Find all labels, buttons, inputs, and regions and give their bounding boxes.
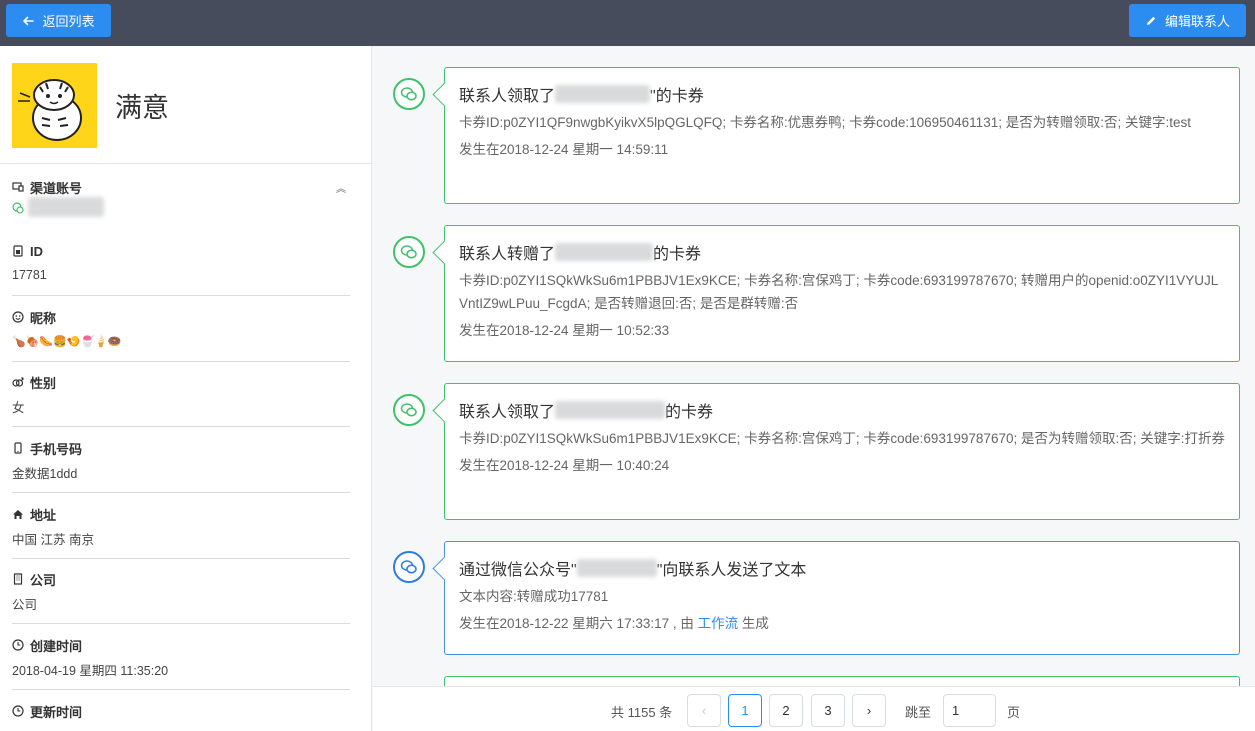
field-address-label: 地址	[30, 507, 57, 523]
redacted-channel-account	[28, 197, 104, 217]
event-title-suffix: 的卡券	[653, 246, 702, 263]
event-timestamp: 发生在2018-12-24 星期一 10:52:33	[459, 323, 670, 338]
event-title-prefix: 联系人领取了	[459, 404, 556, 421]
field-id: ID 17781	[12, 242, 350, 296]
event-description: 文本内容:转赠成功17781	[459, 589, 609, 604]
jump-to-label: 跳至	[905, 705, 932, 720]
top-bar: 返回列表 编辑联系人	[0, 0, 1255, 46]
field-address: 地址 中国 江苏 南京	[12, 505, 350, 559]
field-created-time: 创建时间 2018-04-19 星期四 11:35:20	[12, 636, 350, 690]
event-title-suffix: 的卡券	[665, 404, 714, 421]
back-to-list-label: 返回列表	[42, 14, 95, 29]
profile-header: 满意	[0, 46, 371, 164]
event-description: 卡券ID:p0ZYI1QF9nwgbKyikvX5lpQGLQFQ; 卡券名称:…	[459, 115, 1191, 130]
event-timestamp-prefix: 发生在2018-12-22 星期六 17:33:17 , 由	[459, 616, 698, 631]
event-description: 卡券ID:p0ZYI1SQkWkSu6m1PBBJV1Ex9KCE; 卡券名称:…	[459, 431, 1225, 446]
pagination: 共 1155 条 ‹ 1 2 3 › 跳至 1 页	[373, 686, 1255, 731]
tiger-sticker-image	[12, 63, 97, 148]
page-2-button[interactable]: 2	[769, 694, 803, 727]
event-timestamp: 发生在2018-12-24 星期一 10:40:24	[459, 458, 670, 473]
event-title-suffix: "向联系人发送了文本	[656, 562, 807, 579]
workflow-link[interactable]: 工作流	[698, 616, 739, 631]
redacted-coupon-name	[555, 85, 651, 103]
pencil-icon	[1146, 16, 1156, 25]
wechat-icon	[393, 551, 425, 583]
clock-icon	[12, 705, 24, 717]
page-3-button[interactable]: 3	[811, 694, 845, 727]
prev-page-button[interactable]: ‹	[687, 694, 721, 727]
event-title-prefix: 通过微信公众号"	[459, 562, 577, 579]
edit-contact-button[interactable]: 编辑联系人	[1129, 4, 1246, 37]
event-title-suffix: "的卡券	[650, 88, 704, 105]
field-gender: 性别 女	[12, 373, 350, 427]
redacted-account-name	[576, 559, 657, 577]
total-count: 共 1155 条	[611, 705, 673, 720]
next-page-button[interactable]: ›	[852, 694, 886, 727]
wechat-icon	[12, 202, 24, 214]
event-timestamp: 发生在2018-12-24 星期一 14:59:11	[459, 142, 669, 157]
wechat-icon	[393, 78, 425, 110]
event-description: 卡券ID:p0ZYI1SQkWkSu6m1PBBJV1Ex9KCE; 卡券名称:…	[459, 273, 1219, 311]
field-id-label: ID	[30, 243, 43, 259]
event-title-prefix: 联系人领取了	[459, 88, 556, 105]
wechat-icon	[393, 236, 425, 268]
timeline-event-card: 联系人领取了 "的卡券 卡券ID:p0ZYI1QF9nwgbKyikvX5lpQ…	[444, 67, 1240, 204]
timeline-event-card: 联系人领取了 的卡券 卡券ID:p0ZYI1SQkWkSu6m1PBBJV1Ex…	[444, 383, 1240, 520]
field-id-value: 17781	[12, 268, 47, 282]
back-to-list-button[interactable]: 返回列表	[6, 4, 111, 37]
field-nickname: 昵称 🍗🍖🌭🍔🍤🍧🍦🍩	[12, 308, 350, 362]
mobile-phone-icon	[14, 442, 22, 454]
redacted-coupon-name	[555, 401, 666, 419]
activity-timeline[interactable]: 联系人领取了 "的卡券 卡券ID:p0ZYI1QF9nwgbKyikvX5lpQ…	[373, 46, 1255, 686]
timeline-event-card	[444, 676, 1240, 686]
field-phone-value: 金数据1ddd	[12, 466, 78, 481]
clock-icon	[12, 639, 24, 651]
field-channel-label: 渠道账号	[30, 180, 83, 196]
devices-icon	[12, 182, 24, 192]
timeline-event-card: 联系人转赠了 的卡券 卡券ID:p0ZYI1SQkWkSu6m1PBBJV1Ex…	[444, 225, 1240, 362]
contact-detail-panel: 满意 渠道账号 ︽ ID 17781 昵称 🍗🍖🌭🍔🍤🍧🍦🍩 性别 女 手机号码…	[0, 46, 372, 731]
chevron-up-icon[interactable]: ︽	[336, 180, 346, 195]
field-gender-value: 女	[12, 400, 25, 415]
field-phone-label: 手机号码	[30, 441, 83, 457]
home-icon	[13, 510, 23, 519]
field-updated-label: 更新时间	[30, 704, 83, 720]
field-gender-label: 性别	[30, 375, 57, 391]
field-nickname-label: 昵称	[30, 310, 57, 326]
edit-contact-label: 编辑联系人	[1164, 14, 1230, 29]
field-phone: 手机号码 金数据1ddd	[12, 439, 350, 493]
field-company-value: 公司	[12, 597, 38, 612]
building-icon	[13, 573, 23, 585]
contact-name: 满意	[115, 93, 169, 124]
field-created-label: 创建时间	[30, 638, 83, 654]
field-channel-account: 渠道账号 ︽	[12, 178, 350, 234]
field-nickname-value: 🍗🍖🌭🍔🍤🍧🍦🍩	[12, 335, 122, 348]
page-unit-label: 页	[1007, 705, 1021, 720]
event-timestamp: 发生在2018-12-22 星期六 17:33:17 , 由 工作流 生成	[459, 614, 1225, 634]
gender-icon	[12, 377, 24, 387]
id-badge-icon	[13, 245, 23, 257]
page-1-button[interactable]: 1	[728, 694, 762, 727]
avatar	[12, 63, 97, 148]
field-created-value: 2018-04-19 星期四 11:35:20	[12, 663, 169, 678]
timeline-event-card: 通过微信公众号" "向联系人发送了文本 文本内容:转赠成功17781 发生在20…	[444, 541, 1240, 655]
field-company: 公司 公司	[12, 570, 350, 624]
field-address-value: 中国 江苏 南京	[12, 532, 94, 547]
event-timestamp-suffix: 生成	[738, 616, 769, 631]
wechat-icon	[393, 394, 425, 426]
arrow-left-icon	[23, 16, 35, 25]
field-updated-time: 更新时间	[12, 702, 350, 731]
event-title-prefix: 联系人转赠了	[459, 246, 556, 263]
redacted-coupon-name	[555, 243, 654, 261]
jump-page-input[interactable]: 1	[943, 694, 996, 727]
field-company-label: 公司	[30, 572, 57, 588]
smile-icon	[12, 311, 24, 323]
